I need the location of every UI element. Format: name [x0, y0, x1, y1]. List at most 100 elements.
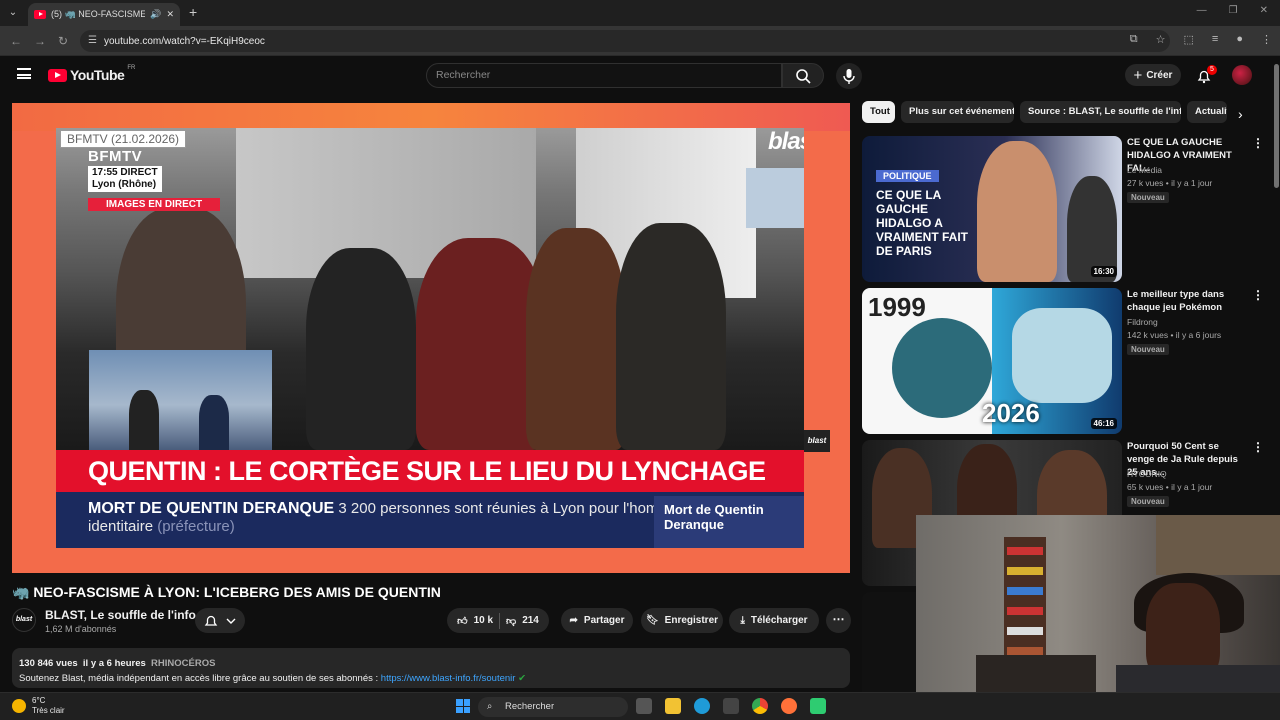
tab-title: (5) 🦏 NEO-FASCISME À LY	[51, 9, 146, 19]
recommendation-title[interactable]: Le meilleur type dans chaque jeu Pokémon	[1127, 288, 1247, 314]
subscriber-count: 1,62 M d'abonnés	[45, 624, 117, 634]
download-label: Télécharger	[750, 615, 808, 626]
back-icon[interactable]: ←	[10, 34, 22, 48]
upload-age: il y a 6 heures	[82, 658, 146, 669]
crowd-person	[306, 248, 416, 450]
sky	[746, 168, 804, 228]
more-actions-button[interactable]: ⋯	[826, 608, 851, 633]
new-tab-icon[interactable]: +	[189, 4, 197, 20]
recommendation-menu-icon[interactable]: ⋮	[1252, 136, 1264, 150]
site-info-icon[interactable]: ☰	[88, 35, 97, 46]
app-icon[interactable]	[810, 698, 826, 714]
blast-watermark: blast	[767, 128, 804, 155]
profile-icon[interactable]: ●	[1236, 33, 1243, 46]
recommendation-card[interactable]: POLITIQUE CE QUE LA GAUCHE HIDALGO A VRA…	[862, 136, 1272, 284]
logo-text: YouTube	[70, 67, 125, 83]
recommendation-menu-icon[interactable]: ⋮	[1252, 288, 1264, 302]
hashtag[interactable]: RHINOCÉROS	[151, 658, 215, 669]
chip-source[interactable]: Source : BLAST, Le souffle de l'info	[1020, 101, 1181, 123]
source-overlay: BFMTV (21.02.2026)	[60, 130, 187, 148]
video-headline: QUENTIN : LE CORTÈGE SUR LE LIEU DU LYNC…	[56, 450, 804, 492]
reload-icon[interactable]: ↻	[58, 34, 68, 48]
tab-list-icon[interactable]: ⌄	[6, 6, 20, 20]
close-tab-icon[interactable]: ✕	[166, 9, 174, 20]
url-field[interactable]: ☰ youtube.com/watch?v=-EKqiH9ceoc	[80, 30, 1170, 52]
media-control-icon[interactable]: ≡	[1212, 33, 1218, 46]
thumb-pokemon	[892, 318, 992, 418]
channel-name[interactable]: BLAST, Le souffle de l'info	[45, 608, 209, 622]
create-button[interactable]: + Créer	[1125, 64, 1181, 86]
weather-widget[interactable]: 6°C Très clair	[12, 696, 65, 716]
chip-all[interactable]: Tout	[862, 101, 895, 123]
thumb-tag: 2026	[982, 398, 1040, 428]
account-avatar[interactable]	[1232, 65, 1252, 85]
share-icon: ➦	[569, 615, 578, 626]
plus-icon: +	[1133, 66, 1143, 84]
recommendation-channel[interactable]: Le Média	[1127, 165, 1162, 175]
window-controls: — ❐ ✕	[1185, 0, 1280, 21]
bookmark-star-icon[interactable]: ☆	[1156, 33, 1166, 46]
weather-text: Très clair	[32, 706, 65, 715]
bfm-place-text: Lyon (Rhône)	[92, 179, 157, 190]
bfm-time: 17:55 DIRECT Lyon (Rhône)	[88, 166, 162, 192]
recommendation-thumbnail-partial[interactable]	[862, 592, 916, 692]
recommendation-card[interactable]: 1999 2026 46:16 Le meilleur type dans ch…	[862, 288, 1272, 436]
share-button[interactable]: ➦ Partager	[561, 608, 633, 633]
description-link[interactable]: https://www.blast-info.fr/soutenir	[381, 673, 516, 684]
menu-kebab-icon[interactable]: ⋮	[1261, 33, 1272, 46]
search-input[interactable]: Rechercher	[426, 63, 782, 88]
video-thumbnail[interactable]: 1999 2026 46:16	[862, 288, 1122, 434]
description-box[interactable]: 130 846 vues il y a 6 heures RHINOCÉROS …	[12, 648, 850, 688]
task-view-icon[interactable]	[636, 698, 652, 714]
maximize-icon[interactable]: ❐	[1229, 5, 1238, 16]
chrome-icon[interactable]	[752, 698, 768, 714]
download-button[interactable]: ⤓ Télécharger	[729, 608, 819, 633]
video-player[interactable]: BFMTV (21.02.2026) BFMTV 17:55 DIRECT Ly…	[12, 103, 850, 573]
chip-event[interactable]: Plus sur cet événement	[901, 101, 1014, 123]
lower-third: MORT DE QUENTIN DERANQUE 3 200 personnes…	[56, 492, 804, 548]
channel-avatar[interactable]: blast	[12, 608, 36, 632]
browser-tab[interactable]: (5) 🦏 NEO-FASCISME À LY 🔊 ✕	[28, 3, 180, 26]
forward-icon[interactable]: →	[34, 34, 46, 48]
recommendation-menu-icon[interactable]: ⋮	[1252, 440, 1264, 454]
thumbs-up-icon: 👍︎	[457, 615, 468, 627]
page-scrollbar[interactable]	[1274, 64, 1279, 188]
dislike-button[interactable]: 👎︎ 214	[506, 615, 539, 627]
taskbar-search[interactable]: ⌕ Rechercher	[478, 697, 628, 717]
youtube-play-icon	[48, 68, 67, 82]
close-window-icon[interactable]: ✕	[1260, 5, 1268, 16]
video-frame: BFMTV (21.02.2026) BFMTV 17:55 DIRECT Ly…	[56, 128, 804, 548]
minimize-icon[interactable]: —	[1197, 5, 1207, 16]
description-text-line: Soutenez Blast, média indépendant en acc…	[19, 671, 843, 686]
windows-start-icon[interactable]	[456, 699, 470, 713]
edge-icon[interactable]	[694, 698, 710, 714]
desk	[976, 655, 1096, 693]
new-badge: Nouveau	[1127, 496, 1169, 507]
voice-search-button[interactable]	[836, 63, 862, 89]
chip-news[interactable]: Actualités	[1187, 101, 1227, 123]
recommendation-channel[interactable]: HYCONIQ	[1127, 469, 1167, 479]
recommendation-channel[interactable]: Fildrong	[1127, 317, 1158, 327]
video-thumbnail[interactable]: POLITIQUE CE QUE LA GAUCHE HIDALGO A VRA…	[862, 136, 1122, 282]
extensions-icon[interactable]: ⬚	[1184, 33, 1194, 46]
sun-icon	[12, 699, 26, 713]
install-app-icon[interactable]: ⧉	[1130, 33, 1138, 46]
crowd-person	[526, 228, 626, 450]
subscription-bell-button[interactable]	[195, 608, 245, 633]
audio-icon[interactable]: 🔊	[150, 9, 161, 20]
youtube-logo[interactable]: YouTube FR	[48, 65, 135, 83]
save-button[interactable]: 🔖︎ Enregistrer	[641, 608, 723, 633]
side-label: Mort de Quentin Deranque	[654, 496, 804, 548]
thumbs-down-icon: 👎︎	[506, 615, 517, 627]
windows-taskbar: 6°C Très clair ⌕ Rechercher	[0, 692, 1280, 720]
file-explorer-icon[interactable]	[665, 698, 681, 714]
store-icon[interactable]	[723, 698, 739, 714]
search-button[interactable]	[782, 63, 824, 88]
firefox-icon[interactable]	[781, 698, 797, 714]
like-button[interactable]: 👍︎ 10 k	[457, 615, 493, 627]
video-duration: 16:30	[1090, 266, 1117, 277]
chips-next-icon[interactable]: ›	[1238, 106, 1243, 122]
channel-bug: blast	[804, 430, 830, 452]
thumb-tag: POLITIQUE	[876, 170, 939, 182]
hamburger-menu-icon[interactable]	[17, 68, 31, 79]
